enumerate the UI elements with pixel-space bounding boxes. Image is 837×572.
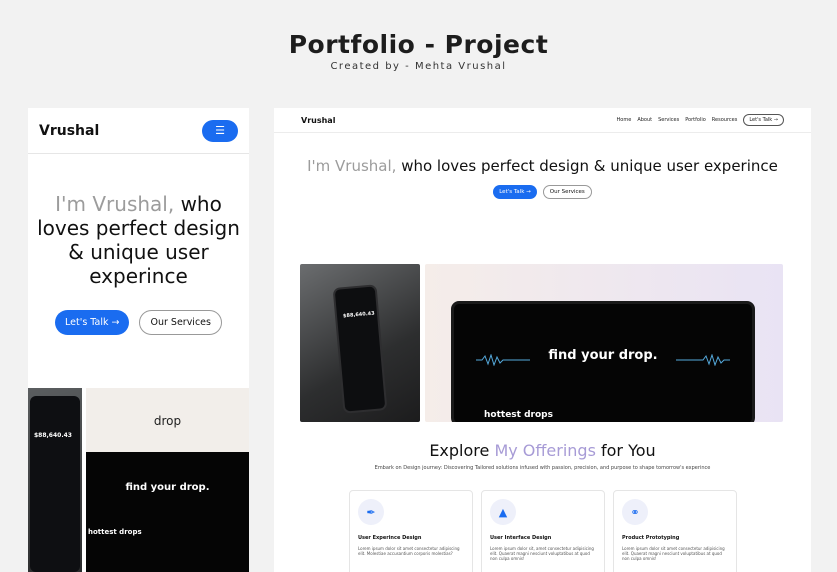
card-title: User Experince Design [358,535,422,541]
hottest-drops-label: hottest drops [88,528,142,536]
page-header: Portfolio - Project Created by - Mehta V… [0,30,837,72]
laptop-mockup-image: find your drop. hottest drops [425,264,783,422]
mobile-preview: Vrushal ☰ I'm Vrushal, who loves perfect… [28,108,249,572]
offerings-highlight: My Offerings [494,441,596,460]
mobile-logo[interactable]: Vrushal [39,123,99,139]
hero-name: I'm Vrushal, [307,157,397,175]
link-icon: ⚭ [622,499,648,525]
card-title: User Interface Design [490,535,552,541]
our-services-button[interactable]: Our Services [542,185,592,199]
phone-balance: $88,640.43 [342,310,375,320]
desktop-logo[interactable]: Vrushal [301,116,335,125]
page-title: Portfolio - Project [288,30,549,59]
offerings-heading-end: for You [595,441,656,460]
nav-lets-talk-button[interactable]: Let's Talk → [743,114,784,126]
offerings-subtitle: Embark on Design journey: Discovering Ta… [374,465,711,471]
drop-logo: drop [153,414,182,428]
our-services-button[interactable]: Our Services [139,310,222,335]
nav-about[interactable]: About [637,117,652,123]
mobile-hero-heading: I'm Vrushal, who loves perfect design & … [28,154,249,288]
card-description: Lorem ipsum dolor sit, amet consectetur … [490,546,594,561]
laptop-headline: find your drop. [548,348,658,363]
drop-site-image: drop find your drop. hottest drops [86,388,249,572]
service-card-ui[interactable]: ▲ User Interface Design Lorem ipsum dolo… [481,490,605,572]
phone-mockup-image: $88,640.43 [28,388,82,572]
lets-talk-button[interactable]: Let's Talk → [55,310,130,335]
mobile-navbar: Vrushal ☰ [28,108,249,154]
drop-headline: find your drop. [125,482,210,493]
hero-tagline: who loves perfect design & unique user e… [396,157,778,175]
nav-home[interactable]: Home [617,117,632,123]
card-title: Product Prototyping [622,535,680,541]
feather-icon: ✒ [358,499,384,525]
shapes-icon: ▲ [490,499,516,525]
card-description: Lorem ipsum dolor sit amet consectetur a… [622,546,725,561]
service-card-ux[interactable]: ✒ User Experince Design Lorem ipsum dolo… [349,490,473,572]
nav-resources[interactable]: Resources [712,117,738,123]
lets-talk-button[interactable]: Let's Talk → [493,185,537,199]
nav-portfolio[interactable]: Portfolio [685,117,706,123]
card-description: Lorem ipsum dolor sit amet consectetur a… [358,546,460,556]
offerings-heading: Explore My Offerings for You [274,441,811,460]
hero-name: I'm Vrushal, [55,192,175,216]
desktop-hero-heading: I'm Vrushal, who loves perfect design & … [274,158,811,175]
desktop-preview: Vrushal Home About Services Portfolio Re… [274,108,811,572]
offerings-cards: ✒ User Experince Design Lorem ipsum dolo… [349,490,737,572]
service-card-prototyping[interactable]: ⚭ Product Prototyping Lorem ipsum dolor … [613,490,737,572]
phone-balance: $88,640.43 [34,432,72,439]
page-subtitle: Created by - Mehta Vrushal [330,61,507,72]
desktop-navbar: Vrushal Home About Services Portfolio Re… [274,108,811,133]
nav-services[interactable]: Services [658,117,679,123]
hamburger-menu-icon[interactable]: ☰ [202,119,238,142]
offerings-heading-part: Explore [429,441,495,460]
hottest-drops-label: hottest drops [484,410,553,420]
phone-mockup-image: $88,640.43 [300,264,420,422]
